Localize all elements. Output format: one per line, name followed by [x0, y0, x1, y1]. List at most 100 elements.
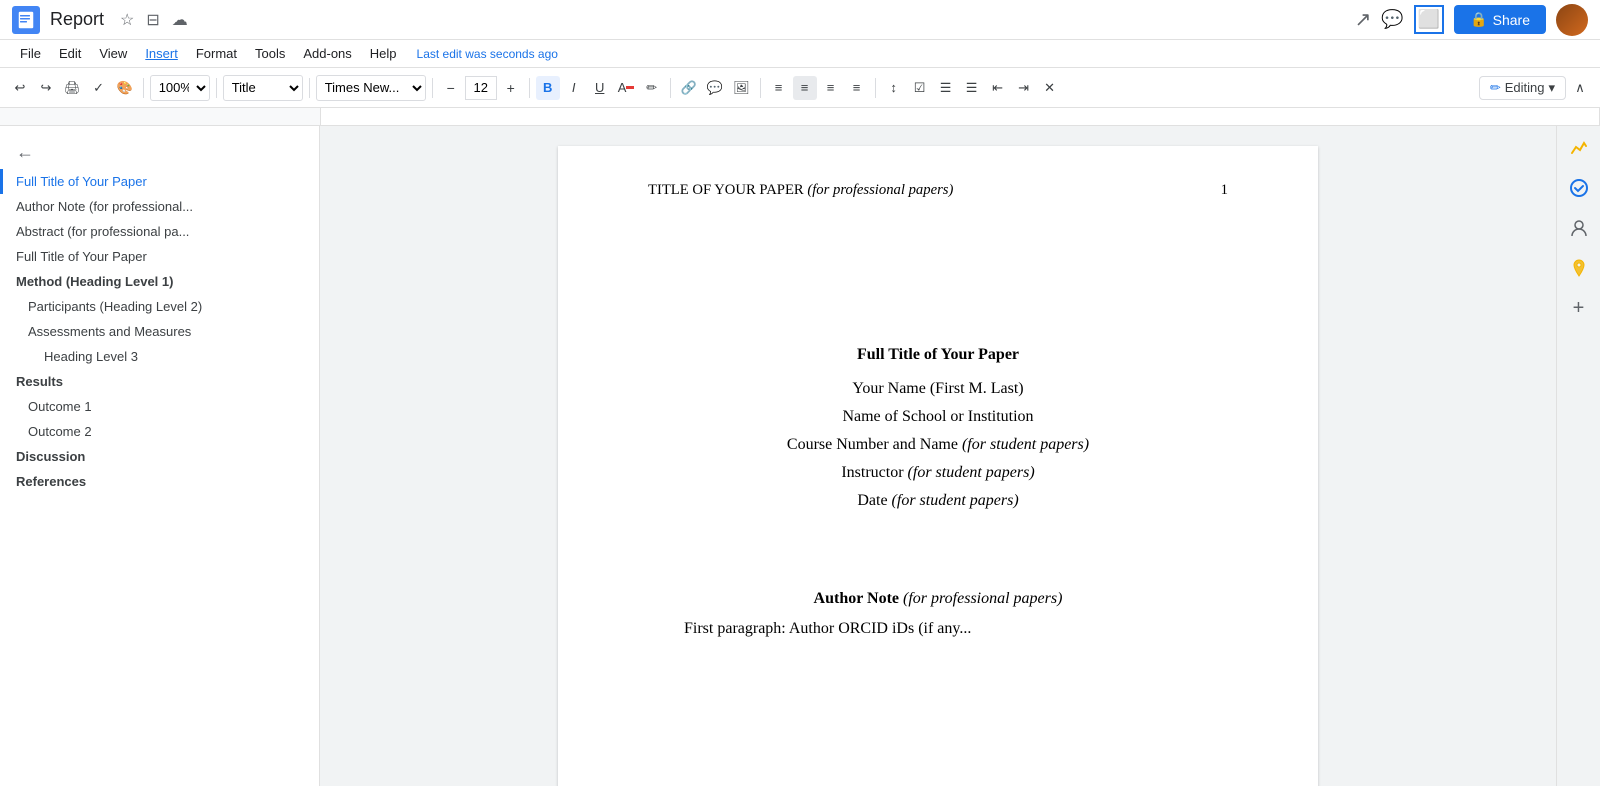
header-right: ↗ 💬 ⬜ 🔒 Share — [1355, 4, 1588, 36]
menu-format[interactable]: Format — [188, 44, 245, 63]
paper-content: Full Title of Your Paper Your Name (Firs… — [648, 346, 1228, 638]
spell-check-button[interactable]: ✓ — [87, 76, 111, 100]
editing-label: Editing — [1505, 80, 1545, 95]
author-note-suffix: (for professional papers) — [903, 590, 1062, 607]
instructor-text: Instructor — [841, 464, 903, 481]
align-left-button[interactable]: ≡ — [767, 76, 791, 100]
menu-bar: File Edit View Insert Format Tools Add-o… — [0, 40, 1600, 68]
zoom-select[interactable]: 100% — [150, 75, 210, 101]
first-paragraph-text: First paragraph: Author ORCID iDs (if an… — [684, 620, 971, 637]
bold-button[interactable]: B — [536, 76, 560, 100]
instructor-line: Instructor (for student papers) — [648, 464, 1228, 482]
image-button[interactable]: 🖼 — [729, 76, 754, 100]
separator-4 — [432, 78, 433, 98]
menu-view[interactable]: View — [91, 44, 135, 63]
print-button[interactable]: 🖨 — [60, 76, 85, 100]
sidebar-item-heading3[interactable]: Heading Level 3 — [0, 344, 319, 369]
comment-button[interactable]: 💬 — [703, 76, 727, 100]
editing-mode-badge[interactable]: ✏ Editing ▾ — [1479, 76, 1566, 100]
app-icon — [12, 6, 40, 34]
align-justify-button[interactable]: ≡ — [845, 76, 869, 100]
sidebar-item-outcome2[interactable]: Outcome 2 — [0, 419, 319, 444]
ruler-inner — [320, 108, 1600, 125]
toolbar: ↩ ↪ 🖨 ✓ 🎨 100% Title Times New... − + B … — [0, 68, 1600, 108]
italic-button[interactable]: I — [562, 76, 586, 100]
star-icon[interactable]: ☆ — [118, 8, 136, 32]
paint-format-button[interactable]: 🎨 — [113, 76, 137, 100]
title-icons: ☆ ⊟ ☁ — [118, 8, 190, 32]
sidebar-item-outcome1[interactable]: Outcome 1 — [0, 394, 319, 419]
author-block: Your Name (First M. Last) Name of School… — [648, 380, 1228, 510]
comments-icon[interactable]: 💬 — [1381, 9, 1403, 30]
sidebar-item-discussion[interactable]: Discussion — [0, 444, 319, 469]
activity-icon[interactable]: ↗ — [1355, 7, 1372, 32]
document-outline-sidebar: ← Full Title of Your Paper Author Note (… — [0, 126, 320, 786]
increase-indent-button[interactable]: ⇥ — [1012, 76, 1036, 100]
sidebar-item-references[interactable]: References — [0, 469, 319, 494]
sidebar-item-author-note[interactable]: Author Note (for professional... — [0, 194, 319, 219]
align-right-button[interactable]: ≡ — [819, 76, 843, 100]
clear-formatting-button[interactable]: ✕ — [1038, 76, 1062, 100]
style-select[interactable]: Title — [223, 75, 303, 101]
document-area[interactable]: TITLE OF YOUR PAPER (for professional pa… — [320, 126, 1556, 786]
share-label: Share — [1493, 12, 1530, 28]
separator-8 — [875, 78, 876, 98]
instructor-note: (for student papers) — [908, 464, 1035, 481]
checklist-button[interactable]: ☑ — [908, 76, 932, 100]
right-icon-check[interactable] — [1565, 174, 1593, 202]
highlight-button[interactable]: ✏ — [640, 76, 664, 100]
last-edit-label[interactable]: Last edit was seconds ago — [417, 47, 558, 61]
separator-2 — [216, 78, 217, 98]
institution-name: Name of School or Institution — [648, 408, 1228, 426]
menu-insert[interactable]: Insert — [137, 44, 186, 63]
avatar[interactable] — [1556, 4, 1588, 36]
font-select[interactable]: Times New... — [316, 75, 426, 101]
sidebar-back-button[interactable]: ← — [0, 136, 319, 169]
course-note: (for student papers) — [962, 436, 1089, 453]
sidebar-item-full-title[interactable]: Full Title of Your Paper — [0, 244, 319, 269]
menu-file[interactable]: File — [12, 44, 49, 63]
separator-5 — [529, 78, 530, 98]
font-size-minus-button[interactable]: − — [439, 76, 463, 100]
share-button[interactable]: 🔒 Share — [1454, 5, 1546, 34]
cloud-icon[interactable]: ☁ — [170, 8, 190, 32]
font-size-input[interactable] — [465, 76, 497, 100]
decrease-indent-button[interactable]: ⇤ — [986, 76, 1010, 100]
sidebar-item-full-title-active[interactable]: Full Title of Your Paper — [0, 169, 319, 194]
sidebar-item-assessments[interactable]: Assessments and Measures — [0, 319, 319, 344]
redo-button[interactable]: ↪ — [34, 76, 58, 100]
numbered-list-button[interactable]: ☰ — [960, 76, 984, 100]
document-title: Report — [50, 9, 104, 30]
menu-edit[interactable]: Edit — [51, 44, 89, 63]
separator-6 — [670, 78, 671, 98]
text-color-button[interactable]: A — [614, 76, 638, 100]
sidebar-item-results[interactable]: Results — [0, 369, 319, 394]
font-size-controls: − + — [439, 76, 523, 100]
right-icon-person[interactable] — [1565, 214, 1593, 242]
editing-dropdown-icon: ▾ — [1548, 80, 1555, 96]
document-page: TITLE OF YOUR PAPER (for professional pa… — [558, 146, 1318, 786]
menu-help[interactable]: Help — [362, 44, 405, 63]
collapse-toolbar-button[interactable]: ∧ — [1568, 76, 1592, 100]
menu-addons[interactable]: Add-ons — [295, 44, 359, 63]
link-button[interactable]: 🔗 — [677, 76, 701, 100]
font-size-plus-button[interactable]: + — [499, 76, 523, 100]
menu-tools[interactable]: Tools — [247, 44, 293, 63]
sidebar-item-abstract[interactable]: Abstract (for professional pa... — [0, 219, 319, 244]
main-content: ← Full Title of Your Paper Author Note (… — [0, 126, 1600, 786]
separator-7 — [760, 78, 761, 98]
right-sidebar: + — [1556, 126, 1600, 786]
meet-icon[interactable]: ⬜ — [1414, 5, 1444, 34]
bullet-list-button[interactable]: ☰ — [934, 76, 958, 100]
folder-icon[interactable]: ⊟ — [144, 8, 161, 32]
right-icon-add[interactable]: + — [1565, 294, 1593, 322]
line-spacing-button[interactable]: ↕ — [882, 76, 906, 100]
undo-button[interactable]: ↩ — [8, 76, 32, 100]
right-icon-activity[interactable] — [1565, 134, 1593, 162]
date-note: (for student papers) — [892, 492, 1019, 509]
right-icon-location[interactable] — [1565, 254, 1593, 282]
align-center-button[interactable]: ≡ — [793, 76, 817, 100]
sidebar-item-method[interactable]: Method (Heading Level 1) — [0, 269, 319, 294]
underline-button[interactable]: U — [588, 76, 612, 100]
sidebar-item-participants[interactable]: Participants (Heading Level 2) — [0, 294, 319, 319]
